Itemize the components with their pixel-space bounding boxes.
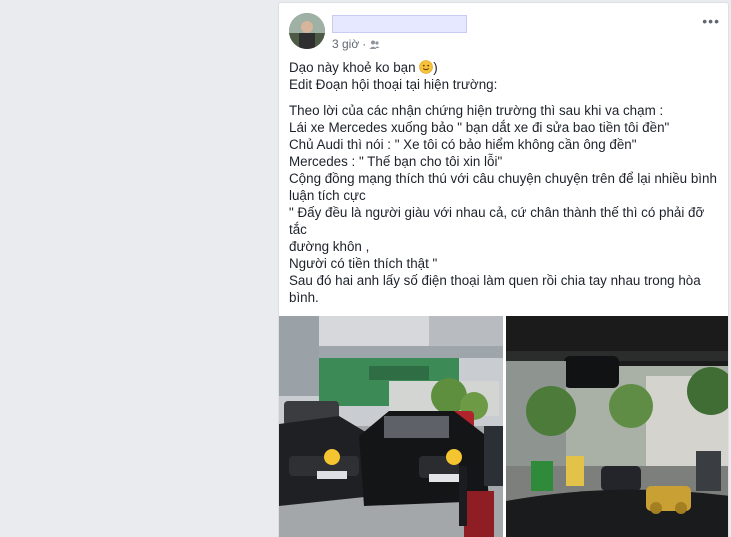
post-line: Theo lời của các nhận chứng hiện trường … [289,103,664,118]
car-interior-photo[interactable] [506,316,728,537]
avatar[interactable] [289,13,325,49]
author-name[interactable] [332,15,467,33]
meta-separator: · [362,37,367,51]
post-line: đường khôn , [289,239,370,254]
feed-post: 3 giờ · ••• Dạo này khoẻ ko bạn ) Edit Đ… [278,2,729,537]
post-line: Lái xe Mercedes xuống bảo " bạn dắt xe đ… [289,120,670,135]
post-line: Mercedes : " Thế bạn cho tôi xin lỗi" [289,154,503,169]
post-timestamp[interactable]: 3 giờ [332,37,359,51]
post-line: luận tích cực [289,188,366,203]
smiley-emoji-icon [419,60,434,74]
post-line: Cộng đồng mạng thích thú với câu chuyện … [289,171,717,186]
post-line: Người có tiền thích thật " [289,256,438,271]
post-line: Chủ Audi thì nói : " Xe tôi có bảo hiểm … [289,137,637,152]
street-accident-photo[interactable] [279,316,503,537]
post-line: Dạo này khoẻ ko bạn ) [289,60,438,75]
friends-icon[interactable] [369,39,380,50]
more-options-icon[interactable]: ••• [702,13,720,29]
post-text: Dạo này khoẻ ko bạn ) Edit Đoạn hội thoạ… [289,59,721,332]
post-meta: 3 giờ · [332,37,380,51]
post-line: " Đấy đều là người giàu với nhau cả, cứ … [289,205,705,237]
post-line: Sau đó hai anh lấy số điện thoại làm que… [289,273,701,305]
post-line: Edit Đoạn hội thoại tại hiện trường: [289,77,498,92]
